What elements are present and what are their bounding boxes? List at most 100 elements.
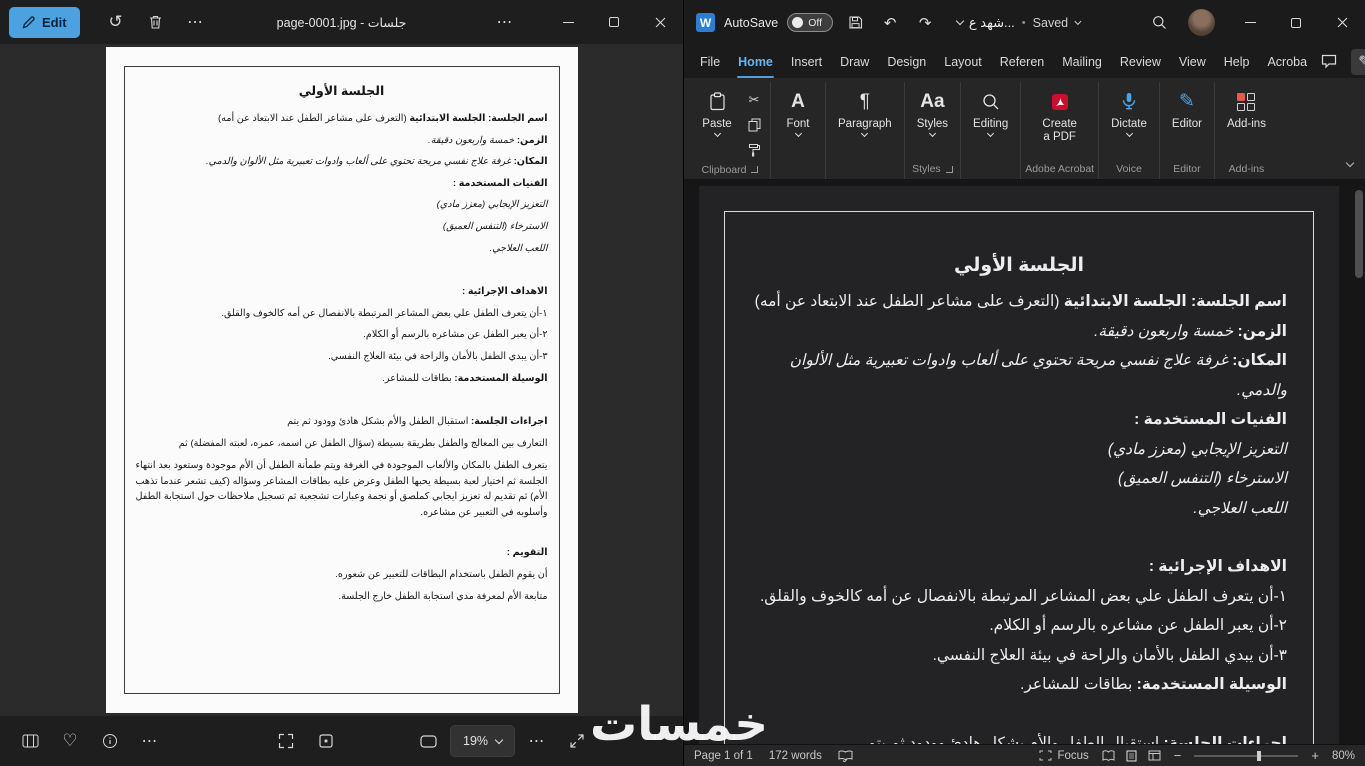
word-status-bar: Page 1 of 1 172 words Focus − + 80% — [684, 744, 1365, 766]
page-number-status[interactable]: Page 1 of 1 — [694, 750, 753, 762]
styles-button[interactable]: Aa Styles — [909, 82, 956, 140]
ribbon-tab-bar: File Home Insert Draw Design Layout Referen Mai… — [684, 45, 1365, 78]
web-layout-icon[interactable] — [1148, 750, 1161, 761]
font-button[interactable]: A Font — [775, 82, 821, 140]
doc-line: يتعرف الطفل بالمكان والألعاب الموجودة في… — [135, 460, 548, 518]
save-icon[interactable] — [842, 10, 868, 36]
font-dropdown-icon — [794, 129, 802, 138]
edit-button[interactable]: Edit — [9, 6, 80, 38]
close-button[interactable] — [637, 0, 683, 44]
paragraph-button[interactable]: ¶ Paragraph — [830, 82, 900, 140]
minimize-button[interactable] — [545, 0, 591, 44]
ribbon-tab-help[interactable]: Help — [1215, 45, 1259, 78]
autosave-label: AutoSave — [724, 15, 779, 30]
create-pdf-button[interactable]: Create a PDF — [1034, 82, 1085, 148]
focus-mode-button[interactable]: Focus — [1039, 750, 1089, 762]
doc-name-chevron-icon — [1074, 17, 1082, 25]
maximize-icon — [609, 17, 619, 27]
doc-line: اسم الجلسة: الجلسة الابتدائية (التعرف عل… — [754, 293, 1287, 310]
photo-canvas[interactable]: الجلسة الأولي اسم الجلسة: الجلسة الابتدا… — [0, 44, 683, 716]
delete-icon[interactable] — [138, 4, 174, 40]
zoom-slider-thumb[interactable] — [1256, 750, 1261, 761]
ribbon-tab-file[interactable]: File — [691, 45, 729, 78]
word-minimize-button[interactable] — [1227, 0, 1273, 45]
autosave-toggle[interactable]: Off — [787, 13, 834, 32]
tab-bar-right-icons: ✎ — [1316, 48, 1365, 75]
word-maximize-button[interactable] — [1273, 0, 1319, 45]
doc-line: الاسترخاء (التنفس العميق) — [442, 220, 548, 232]
favorite-heart-icon[interactable]: ♡ — [52, 723, 88, 759]
zoom-percentage[interactable]: 80% — [1332, 750, 1355, 762]
fit-to-window-icon[interactable] — [268, 723, 304, 759]
zoom-slider[interactable] — [1194, 750, 1299, 761]
ribbon-tab-home[interactable]: Home — [729, 45, 782, 78]
doc-line: اجراءات الجلسة: استقبال الطفل والأم بشكل… — [287, 416, 548, 428]
clipboard-dialog-launcher-icon[interactable] — [751, 166, 759, 173]
styles-icon: Aa — [920, 90, 945, 112]
ribbon-tab-view[interactable]: View — [1170, 45, 1215, 78]
collapse-ribbon-chevron-icon[interactable] — [1345, 153, 1355, 171]
scrollbar-thumb[interactable] — [1355, 190, 1363, 278]
ribbon-tab-mailing[interactable]: Mailing — [1053, 45, 1111, 78]
ribbon-tab-draw[interactable]: Draw — [831, 45, 878, 78]
search-icon[interactable] — [1146, 10, 1172, 36]
ribbon-tab-insert[interactable]: Insert — [782, 45, 831, 78]
document-name-cluster[interactable]: شهد ع... • Saved — [969, 15, 1082, 31]
autosave-state: Off — [808, 16, 823, 29]
proofing-status-icon[interactable] — [838, 749, 853, 762]
toolbar-more-icon[interactable]: ⋯ — [132, 723, 168, 759]
actual-size-icon[interactable] — [308, 723, 344, 759]
ribbon-tab-referen[interactable]: Referen — [991, 45, 1053, 78]
addins-button[interactable]: Add-ins — [1219, 82, 1274, 134]
vertical-scrollbar[interactable] — [1354, 184, 1364, 744]
document-canvas: الجلسة الأولي اسم الجلسة: الجلسة الابتدا… — [684, 180, 1365, 744]
read-mode-icon[interactable] — [1102, 750, 1115, 761]
ribbon-tab-review[interactable]: Review — [1111, 45, 1170, 78]
ribbon-group-editor: ✎ Editor Editor — [1160, 82, 1215, 179]
info-icon[interactable] — [92, 723, 128, 759]
screen-snip-icon[interactable] — [410, 723, 446, 759]
zoom-in-plus[interactable]: + — [1311, 749, 1319, 762]
doc-line: ٣-أن يبدي الطفل بالأمان والراحة في بيئة … — [932, 646, 1287, 664]
acrobat-pdf-icon — [1051, 89, 1069, 114]
zoom-level-dropdown[interactable]: 19% — [450, 725, 516, 757]
ribbon-tab-acroba[interactable]: Acroba — [1258, 45, 1316, 78]
more-options-icon[interactable]: ⋯ — [178, 4, 214, 40]
doc-line: الفنيات المستخدمة : — [1134, 411, 1287, 428]
copy-icon[interactable] — [742, 114, 766, 135]
print-layout-icon[interactable] — [1126, 750, 1137, 762]
styles-dialog-launcher-icon[interactable] — [945, 165, 953, 173]
paragraph-label: Paragraph — [838, 118, 892, 130]
addins-grid-icon — [1237, 89, 1256, 114]
account-avatar[interactable] — [1188, 9, 1215, 36]
dictate-button[interactable]: Dictate — [1103, 82, 1155, 140]
minimize-icon — [562, 21, 574, 23]
filmstrip-icon[interactable] — [12, 723, 48, 759]
pen-mode-button[interactable]: ✎ — [1351, 48, 1365, 75]
zoom-out-minus[interactable]: − — [1174, 749, 1182, 762]
fullscreen-icon[interactable] — [559, 723, 595, 759]
paste-label: Paste — [702, 118, 732, 130]
cut-icon[interactable]: ✂ — [742, 89, 766, 110]
editing-button[interactable]: Editing — [965, 82, 1016, 140]
comments-icon[interactable] — [1316, 49, 1342, 75]
undo-icon[interactable]: ↶ — [877, 10, 903, 36]
ribbon-tab-layout[interactable]: Layout — [935, 45, 991, 78]
word-app-icon: W — [696, 13, 715, 32]
rotate-icon[interactable]: ↺ — [98, 4, 134, 40]
redo-icon[interactable]: ↷ — [912, 10, 938, 36]
editor-button[interactable]: ✎ Editor — [1164, 82, 1210, 134]
paste-button[interactable]: Paste — [694, 82, 740, 140]
word-close-button[interactable] — [1319, 0, 1365, 45]
edit-pencil-icon — [22, 15, 35, 29]
ribbon-tab-design[interactable]: Design — [878, 45, 935, 78]
doc-line: التعزيز الإيجابي (معزز مادي) — [1107, 440, 1287, 458]
bottombar-more-icon[interactable]: ⋯ — [519, 723, 555, 759]
word-count-status[interactable]: 172 words — [769, 750, 822, 762]
document-page[interactable]: الجلسة الأولي اسم الجلسة: الجلسة الابتدا… — [699, 186, 1339, 744]
format-painter-icon[interactable] — [742, 139, 766, 160]
dictate-microphone-icon — [1121, 89, 1137, 114]
doc-line: ٢-أن يعبر الطفل عن مشاعره بالرسم أو الكل… — [989, 617, 1287, 634]
maximize-button[interactable] — [591, 0, 637, 44]
secondary-more-icon[interactable]: ⋯ — [487, 4, 523, 40]
